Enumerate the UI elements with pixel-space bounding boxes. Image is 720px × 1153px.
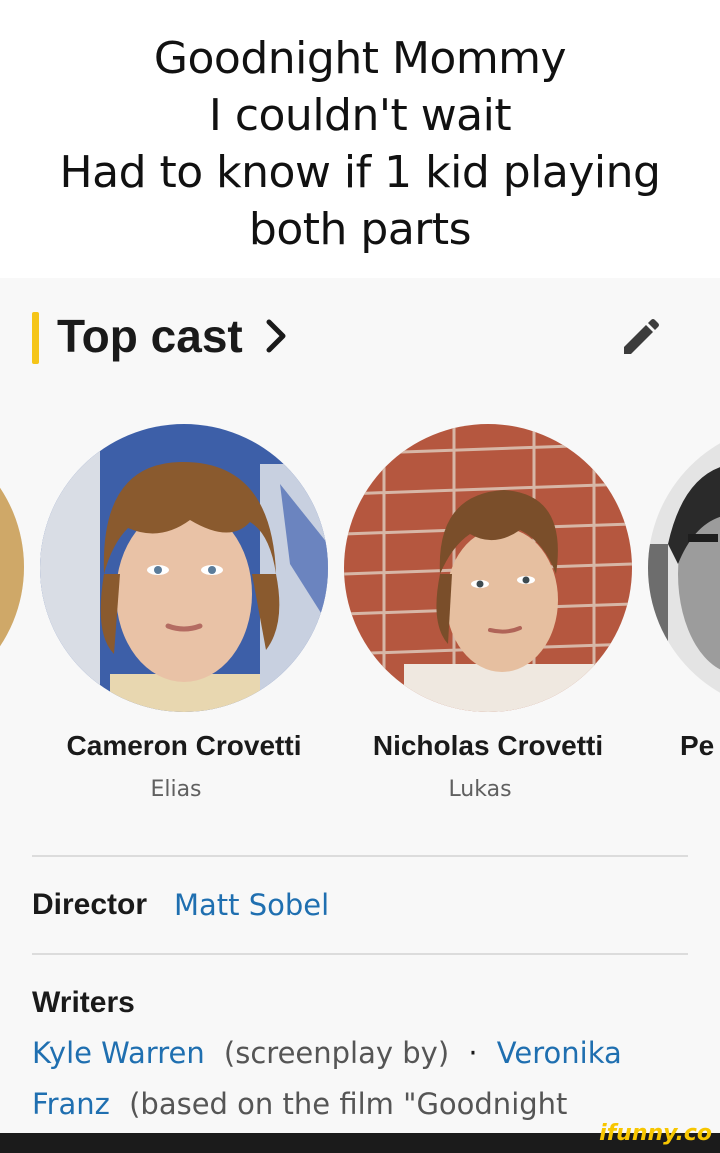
pencil-icon[interactable] <box>618 316 662 360</box>
cast-role-1: Elias <box>150 777 202 802</box>
writer-link-veronika-franz-part2[interactable]: Franz <box>32 1087 110 1121</box>
director-link[interactable]: Matt Sobel <box>174 888 329 922</box>
writer-separator: · <box>468 1036 478 1070</box>
cast-photo-partial-left[interactable] <box>0 424 24 710</box>
caption-line-1: Goodnight Mommy <box>153 33 567 84</box>
cast-name-2[interactable]: Nicholas Crovetti <box>328 730 648 762</box>
section-title[interactable]: Top cast <box>57 306 243 366</box>
divider-2 <box>32 953 688 955</box>
cast-role-2: Lukas <box>448 777 512 802</box>
director-name[interactable]: Matt Sobel <box>174 888 329 922</box>
chevron-right-icon[interactable] <box>262 318 292 354</box>
divider-1 <box>32 855 688 857</box>
writers-label: Writers <box>32 986 135 1019</box>
cast-name-3[interactable]: Pe <box>680 730 714 762</box>
writer-note-2: (based on the film "Goodnight <box>129 1087 568 1121</box>
writers-line-1: Kyle Warren (screenplay by) · Veronika <box>32 1036 622 1070</box>
caption-line-4: both parts <box>248 204 472 255</box>
section-accent-bar <box>32 312 39 364</box>
cast-photo-cameron[interactable] <box>40 424 328 712</box>
writer-link-kyle-warren[interactable]: Kyle Warren <box>32 1036 205 1070</box>
ifunny-watermark: ifunny.co <box>599 1121 712 1146</box>
writer-note-1: (screenplay by) <box>223 1036 450 1070</box>
caption-line-2: I couldn't wait <box>208 90 512 141</box>
meme-caption: Goodnight Mommy I couldn't wait Had to k… <box>0 0 720 278</box>
cast-photo-nicholas[interactable] <box>344 424 632 712</box>
director-label: Director <box>32 888 148 921</box>
cast-name-1[interactable]: Cameron Crovetti <box>24 730 344 762</box>
caption-line-3: Had to know if 1 kid playing <box>59 147 661 198</box>
top-cast-panel: Top cast Cameron Crovetti Elias Nicholas… <box>0 278 720 1133</box>
cast-photo-partial-right[interactable] <box>648 424 720 712</box>
writer-link-veronika-franz-part1[interactable]: Veronika <box>497 1036 622 1070</box>
writers-line-2: Franz (based on the film "Goodnight <box>32 1087 567 1121</box>
